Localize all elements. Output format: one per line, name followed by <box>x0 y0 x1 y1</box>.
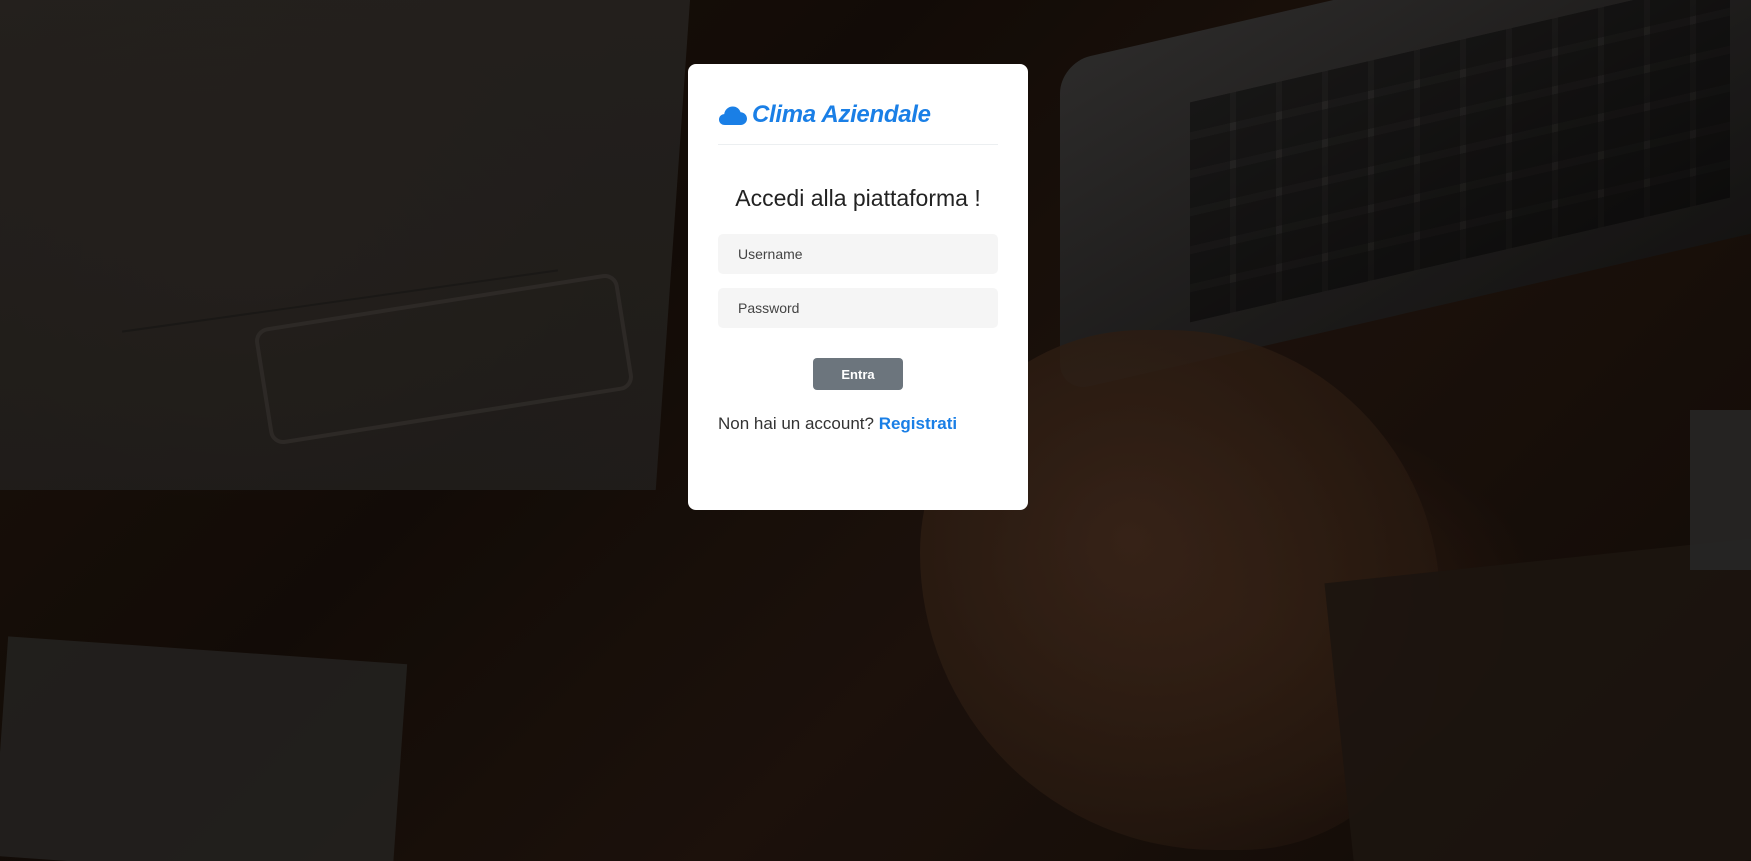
username-input[interactable] <box>718 234 998 274</box>
brand-name: Clima Aziendale <box>752 101 931 128</box>
login-button[interactable]: Entra <box>813 358 903 390</box>
submit-wrapper: Entra <box>718 358 998 390</box>
cloud-icon <box>718 104 748 126</box>
login-card: Clima Aziendale Accedi alla piattaforma … <box>688 64 1028 510</box>
signup-prompt: Non hai un account? Registrati <box>718 414 998 434</box>
login-title: Accedi alla piattaforma ! <box>735 185 981 211</box>
signup-link[interactable]: Registrati <box>879 414 957 433</box>
password-input[interactable] <box>718 288 998 328</box>
brand-header: Clima Aziendale <box>718 90 998 145</box>
signup-prompt-text: Non hai un account? <box>718 414 874 433</box>
